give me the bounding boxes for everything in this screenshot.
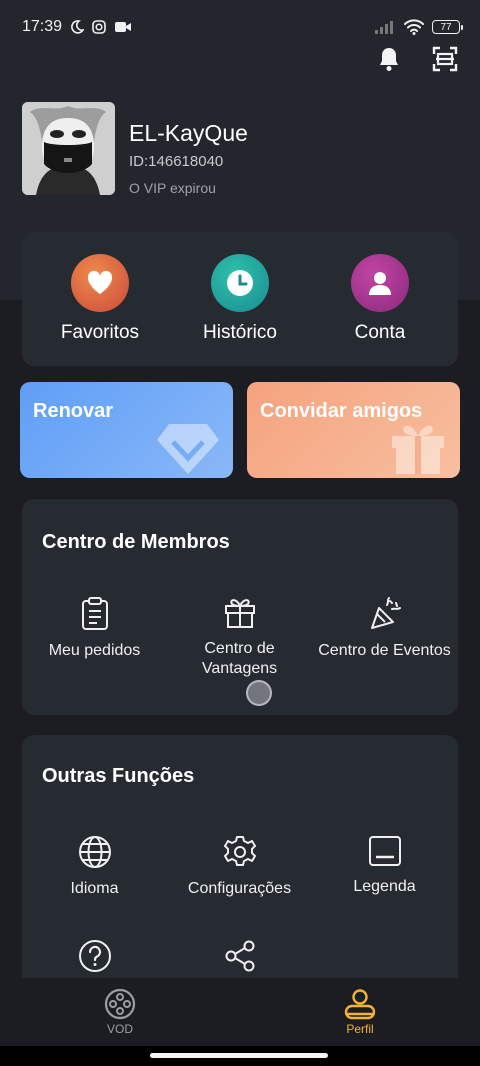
invite-banner[interactable]: Convidar amigos (247, 382, 460, 478)
party-popper-icon (370, 597, 401, 629)
language-label: Idioma (70, 880, 119, 897)
username: EL-KayQue (129, 120, 248, 146)
share-button[interactable] (167, 939, 312, 979)
moon-icon (71, 20, 85, 34)
members-center-title: Centro de Membros (42, 531, 230, 553)
subtitle-button[interactable]: Legenda (312, 835, 457, 897)
avatar[interactable] (22, 102, 115, 195)
share-icon (225, 940, 254, 972)
events-center-button[interactable]: Centro de Eventos (312, 597, 457, 661)
instagram-icon (92, 20, 106, 34)
benefits-center-label: Centro de Vantagens (201, 640, 278, 677)
battery-indicator: 77 (432, 20, 463, 34)
members-center-card: Centro de Membros Meu pedidos Centro de … (22, 499, 458, 715)
video-camera-icon (115, 22, 132, 32)
profile-icon (344, 989, 376, 1020)
vip-status: O VIP expirou (129, 180, 216, 196)
benefits-center-button[interactable]: Centro de Vantagens (167, 597, 312, 679)
language-button[interactable]: Idioma (22, 835, 167, 899)
signal-icon (375, 21, 393, 34)
nav-profile[interactable]: Perfil (300, 988, 420, 1036)
gift-icon (224, 599, 255, 628)
other-functions-title: Outras Funções (42, 765, 195, 787)
home-indicator[interactable] (150, 1053, 328, 1058)
other-functions-card: Outras Funções Idioma Configurações Lege… (22, 735, 458, 979)
heart-icon (71, 254, 129, 312)
my-orders-label: Meu pedidos (48, 642, 141, 659)
scan-icon[interactable] (432, 46, 458, 72)
nav-profile-label: Perfil (346, 1022, 374, 1036)
subtitle-label: Legenda (353, 878, 416, 895)
bottom-nav: VOD Perfil (0, 978, 480, 1046)
history-label: Histórico (203, 322, 277, 343)
wifi-icon (404, 19, 424, 35)
renew-label: Renovar (33, 400, 114, 422)
quick-actions-card: Favoritos Histórico Conta (22, 232, 458, 366)
my-orders-button[interactable]: Meu pedidos (22, 597, 167, 661)
touch-indicator (246, 680, 272, 706)
avatar-image (22, 102, 115, 195)
events-center-label: Centro de Eventos (318, 642, 451, 659)
help-icon (78, 940, 111, 972)
clipboard-icon (81, 597, 108, 630)
gift-icon (392, 425, 444, 474)
favorites-label: Favoritos (60, 322, 140, 343)
globe-icon (78, 836, 111, 868)
history-button[interactable]: Histórico (175, 254, 305, 344)
renew-banner[interactable]: Renovar (20, 382, 233, 478)
diamond-icon (157, 424, 219, 474)
account-button[interactable]: Conta (315, 254, 445, 344)
user-id: ID:146618040 (129, 153, 224, 170)
favorites-button[interactable]: Favoritos (35, 254, 165, 344)
status-time: 17:39 (22, 18, 63, 35)
nav-vod[interactable]: VOD (60, 988, 180, 1036)
user-icon (351, 254, 409, 312)
settings-label: Configurações (187, 880, 292, 897)
nav-vod-label: VOD (106, 1022, 133, 1036)
gear-icon (223, 836, 256, 866)
account-label: Conta (354, 322, 406, 343)
film-reel-icon (104, 988, 136, 1020)
profile-header[interactable]: EL-KayQue ID:146618040 O VIP expirou (22, 102, 248, 196)
subtitle-icon (368, 836, 401, 866)
bell-icon[interactable] (378, 46, 400, 72)
help-button[interactable] (22, 939, 167, 979)
clock-icon (211, 254, 269, 312)
settings-button[interactable]: Configurações (167, 835, 312, 899)
